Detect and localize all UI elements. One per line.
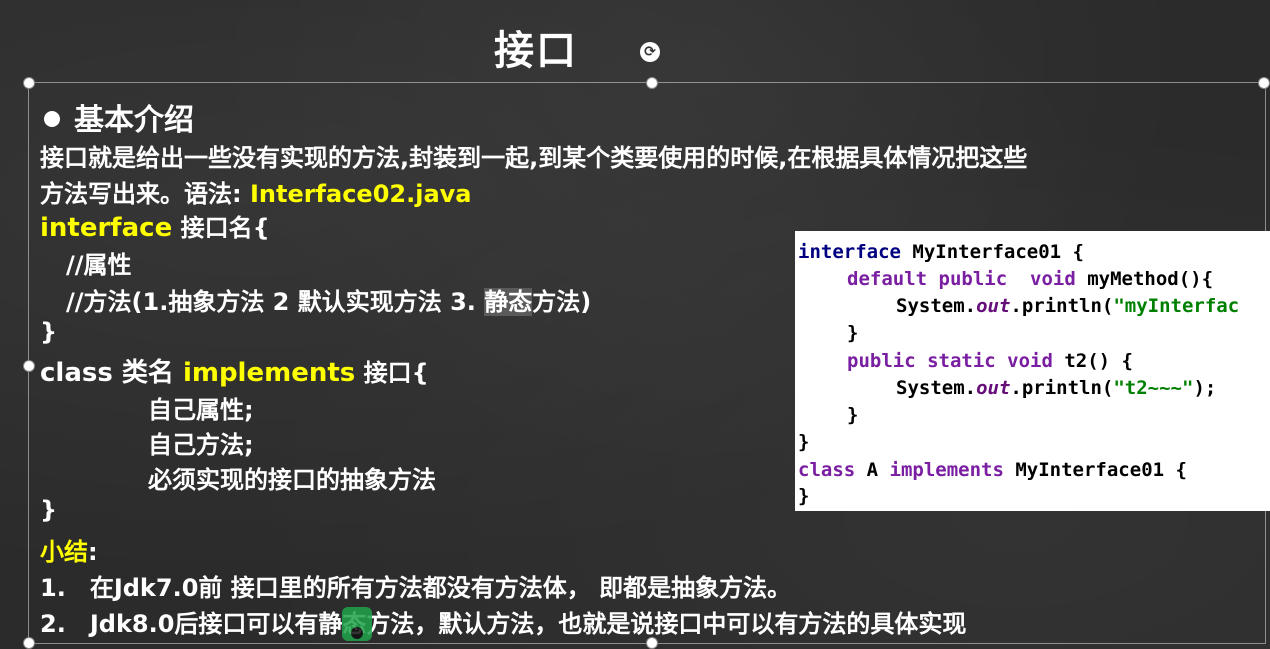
syntax-own-method: 自己方法; [148,431,254,459]
syntax-must-impl: 必须实现的接口的抽象方法 [148,466,436,494]
rotate-icon[interactable]: ⟳ [640,42,660,62]
syntax-comment-methods: //方法(1.抽象方法 2 默认实现方法 3. 静态方法) [66,288,592,316]
code-line-10: } [798,485,810,507]
resize-handle-middle-left[interactable] [23,360,35,372]
intro-line-2: 方法写出来。语法: Interface02.java [40,180,472,208]
cursor-marker-icon [342,607,372,641]
code-line-2: default public void myMethod(){ [847,268,1214,290]
code-line-7: } [847,404,859,426]
code-line-3: System.out.println("myInterfac [896,295,1240,317]
syntax-close-brace-1: } [40,318,58,346]
resize-handle-top-center[interactable] [646,77,658,89]
summary-item-1: 1. 在Jdk7.0前 接口里的所有方法都没有方法体， 即都是抽象方法。 [40,574,792,602]
resize-handle-top-left[interactable] [23,77,35,89]
code-screenshot: interface MyInterface01 { default public… [795,231,1270,511]
syntax-close-brace-2: } [40,496,58,524]
intro-line-1: 接口就是给出一些没有实现的方法,封装到一起,到某个类要使用的时候,在根据具体情况… [40,144,1028,172]
filename-text: Interface02.java [249,180,472,208]
code-line-1: interface MyInterface01 { [798,241,1084,263]
slide-title: 接口 [494,28,578,74]
code-line-4: } [847,322,859,344]
syntax-class-line: class 类名 implements 接口{ [40,358,429,388]
summary-heading: 小结: [40,538,98,566]
syntax-comment-attr: //属性 [66,251,132,279]
syntax-interface-line: interface 接口名{ [40,213,270,243]
resize-handle-top-right[interactable] [1258,77,1270,89]
syntax-own-attr: 自己属性; [148,396,254,424]
summary-item-2: 2. Jdk8.0后接口可以有静态方法，默认方法，也就是说接口中可以有方法的具体实… [40,610,967,638]
resize-handle-bottom-left[interactable] [23,637,35,649]
bullet-icon [44,110,60,127]
code-line-9: class A implements MyInterface01 { [798,459,1187,481]
code-line-8: } [798,431,810,453]
code-line-5: public static void t2() { [847,350,1133,372]
code-line-6: System.out.println("t2~~~"); [896,377,1217,399]
section-heading: 基本介绍 [44,95,194,139]
